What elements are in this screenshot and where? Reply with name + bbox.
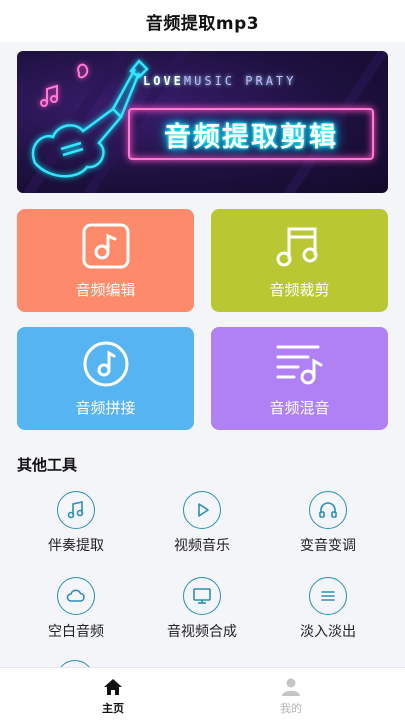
play-icon (183, 491, 221, 529)
tool-voice-change[interactable]: 变音变调 (268, 491, 388, 561)
banner-headline: 音频提取剪辑 (164, 121, 338, 153)
feature-card-audio-edit[interactable]: 音频编辑 (17, 209, 194, 312)
promo-banner[interactable]: LOVEMUSIC PRATY 音频提取剪辑 (17, 51, 388, 193)
tool-av-merge[interactable]: 音视频合成 (142, 577, 262, 647)
tool-label: 变音变调 (300, 538, 356, 554)
headphones-icon (309, 491, 347, 529)
tool-label: 音视频合成 (167, 624, 237, 640)
tab-home[interactable]: 主页 (53, 668, 173, 720)
feature-label: 音频裁剪 (269, 281, 330, 299)
tool-label: 淡入淡出 (300, 624, 356, 640)
page-title: 音频提取mp3 (145, 13, 260, 34)
tool-video-music[interactable]: 视频音乐 (142, 491, 262, 561)
playlist-note-icon (276, 345, 322, 385)
music-disc-icon (83, 341, 128, 387)
tab-mine[interactable]: 我的 (231, 668, 351, 720)
tool-label: 伴奏提取 (48, 538, 104, 554)
music-note-icon (57, 491, 95, 529)
feature-card-audio-mix[interactable]: 音频混音 (211, 327, 388, 430)
banner-tagline: LOVEMUSIC PRATY (143, 74, 297, 88)
tool-blank-audio[interactable]: 空白音频 (16, 577, 136, 647)
tool-fade-in-out[interactable]: 淡入淡出 (268, 577, 388, 647)
bottom-tab-bar: 主页 我的 (0, 667, 405, 720)
monitor-icon (183, 577, 221, 615)
tab-home-label: 主页 (102, 702, 124, 715)
cloud-icon (57, 577, 95, 615)
user-icon (282, 678, 300, 696)
banner-headline-box: 音频提取剪辑 (128, 108, 374, 160)
home-icon (104, 679, 122, 695)
tool-label: 视频音乐 (174, 538, 230, 554)
double-note-icon (276, 227, 317, 267)
tab-mine-label: 我的 (280, 702, 302, 715)
feature-card-audio-cut[interactable]: 音频裁剪 (211, 209, 388, 312)
menu-lines-icon (309, 577, 347, 615)
section-title-other-tools: 其他工具 (17, 456, 78, 474)
app-header: 音频提取mp3 (0, 0, 405, 42)
feature-card-audio-join[interactable]: 音频拼接 (17, 327, 194, 430)
tool-label: 空白音频 (48, 624, 104, 640)
feature-label: 音频拼接 (75, 399, 136, 417)
tool-accompaniment-extract[interactable]: 伴奏提取 (16, 491, 136, 561)
music-square-icon (82, 223, 129, 269)
feature-label: 音频混音 (269, 399, 330, 417)
feature-label: 音频编辑 (75, 281, 136, 299)
